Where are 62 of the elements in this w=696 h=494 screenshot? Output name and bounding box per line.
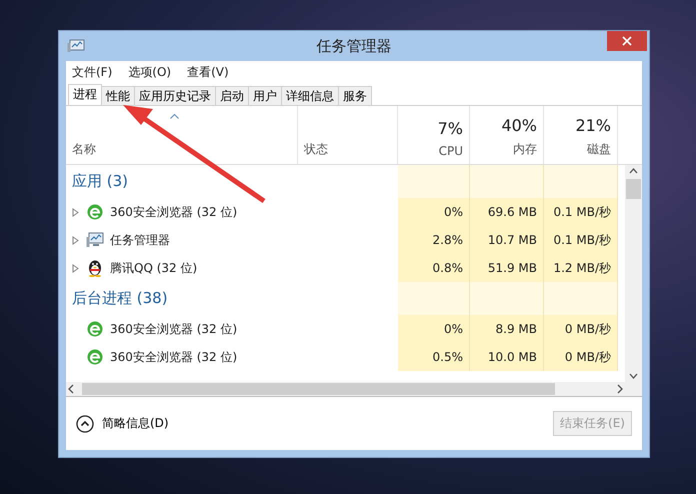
process-name: 360安全浏览器 (32 位) — [110, 204, 238, 220]
close-icon — [622, 36, 632, 46]
column-header[interactable]: CPU — [438, 144, 463, 158]
column-header[interactable]: 名称 — [72, 141, 291, 158]
menu-item[interactable]: 选项(O) — [126, 64, 174, 80]
scrollbar-thumb[interactable] — [82, 383, 555, 395]
cpu-cell: 2.8% — [398, 226, 470, 254]
expand-arrow-icon[interactable] — [72, 208, 79, 216]
column-header[interactable]: 磁盘 — [587, 141, 611, 158]
close-button[interactable] — [607, 31, 647, 51]
scrollbar-thumb[interactable] — [626, 179, 641, 199]
tab[interactable]: 用户 — [248, 86, 282, 105]
tab[interactable]: 详细信息 — [281, 86, 339, 105]
window-title: 任务管理器 — [316, 36, 392, 56]
process-name: 360安全浏览器 (32 位) — [110, 348, 238, 366]
cpu-cell: 0% — [398, 315, 470, 343]
process-name: 360安全浏览器 (32 位) — [110, 320, 238, 338]
memory-cell: 51.9 MB — [470, 254, 544, 282]
expand-arrow-icon[interactable] — [72, 236, 79, 244]
expand-arrow-icon[interactable] — [72, 264, 79, 272]
usage-percent: 21% — [575, 116, 611, 135]
cpu-cell: 0.8% — [398, 254, 470, 282]
scroll-right-icon[interactable] — [615, 384, 625, 394]
menu-item[interactable]: 文件(F) — [70, 64, 114, 80]
monitor-icon — [86, 232, 104, 248]
disk-cell: 0.1 MB/秒 — [544, 226, 618, 254]
penguin-icon — [87, 259, 103, 277]
browser-icon — [87, 204, 103, 220]
disk-cell: 0 MB/秒 — [544, 343, 618, 371]
process-row[interactable]: 360安全浏览器 (32 位) 0.5% 10.0 MB 0 MB/秒 — [66, 343, 625, 371]
process-name: 任务管理器 — [110, 232, 170, 248]
menu-item[interactable]: 查看(V) — [185, 64, 231, 80]
tab[interactable]: 服务 — [338, 86, 372, 105]
column-header[interactable]: 内存 — [513, 141, 537, 158]
tab[interactable]: 性能 — [101, 86, 135, 105]
app-icon — [67, 39, 85, 53]
group-heading: 应用 (3) — [72, 172, 128, 191]
process-name: 腾讯QQ (32 位) — [110, 260, 198, 276]
tab[interactable]: 启动 — [215, 86, 249, 105]
disk-cell: 0.1 MB/秒 — [544, 198, 618, 226]
column-header[interactable]: 状态 — [304, 141, 391, 158]
memory-cell: 69.6 MB — [470, 198, 544, 226]
group-heading: 后台进程 (38) — [72, 289, 168, 308]
tab[interactable]: 应用历史记录 — [134, 86, 216, 105]
browser-icon — [87, 349, 103, 365]
browser-icon — [87, 321, 103, 337]
usage-percent: 7% — [438, 119, 463, 138]
scroll-left-icon[interactable] — [66, 384, 76, 394]
memory-cell: 10.7 MB — [470, 226, 544, 254]
process-row[interactable]: 360安全浏览器 (32 位) 0% 8.9 MB 0 MB/秒 — [66, 315, 625, 343]
memory-cell: 10.0 MB — [470, 343, 544, 371]
disk-cell: 0 MB/秒 — [544, 315, 618, 343]
usage-percent: 40% — [501, 116, 537, 135]
memory-cell: 8.9 MB — [470, 315, 544, 343]
column-shading — [398, 282, 470, 315]
tab[interactable]: 进程 — [68, 84, 102, 105]
collapse-icon — [76, 414, 94, 432]
cpu-cell: 0% — [398, 198, 470, 226]
disk-cell: 1.2 MB/秒 — [544, 254, 618, 282]
column-shading — [398, 165, 470, 198]
cpu-cell: 0.5% — [398, 343, 470, 371]
details-toggle[interactable]: 简略信息(D) — [76, 414, 169, 432]
